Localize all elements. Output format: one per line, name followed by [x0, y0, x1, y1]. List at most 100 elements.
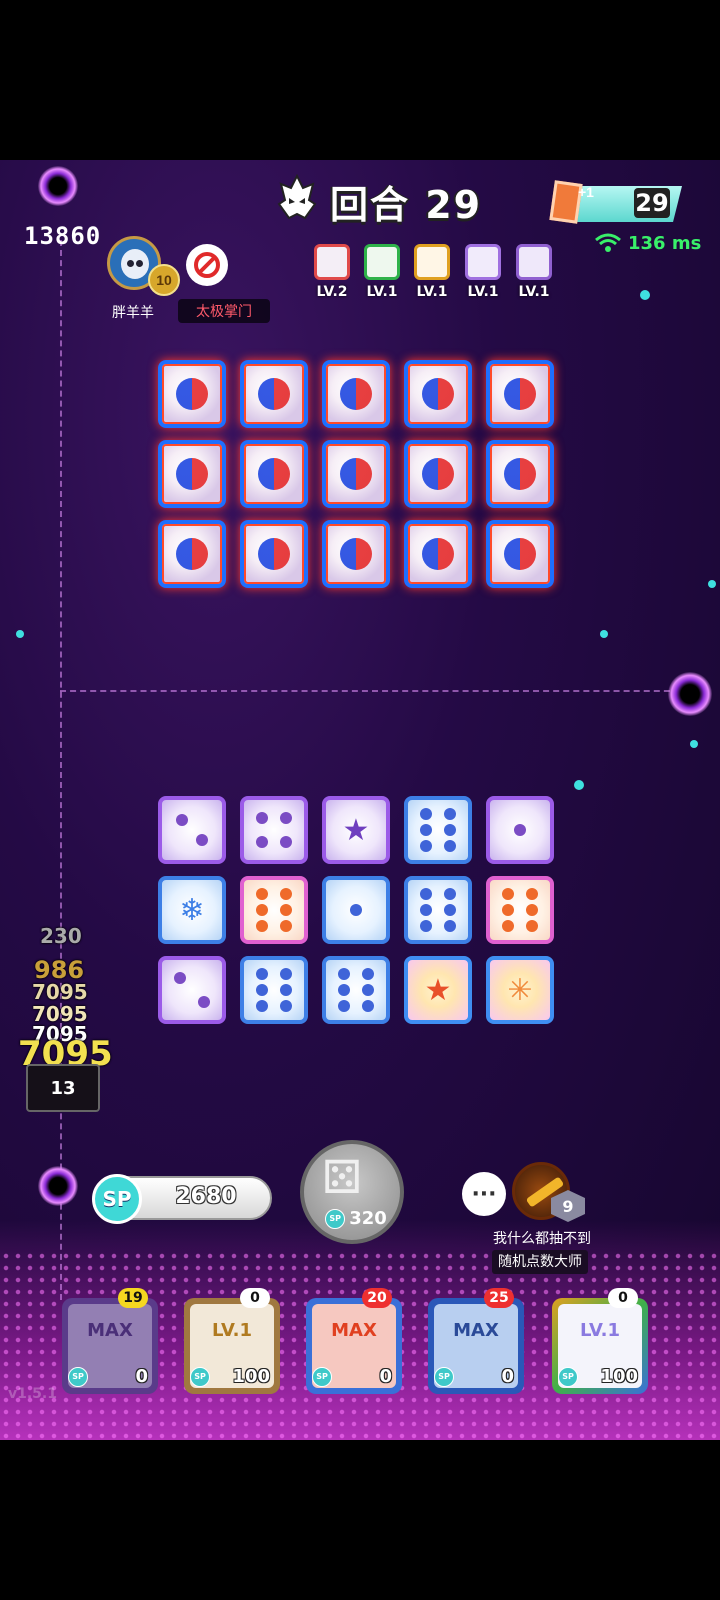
- opponent-rank-badge: 10: [148, 264, 180, 296]
- purple-orb-die[interactable]: [486, 796, 554, 864]
- dice-slot-purple[interactable]: MAX 19 SP 0: [62, 1288, 158, 1394]
- infinity-die-icon[interactable]: [414, 244, 450, 280]
- yinyang-die: [158, 440, 226, 508]
- dice-icon: ⚄: [322, 1150, 362, 1204]
- wifi-icon: [595, 233, 621, 252]
- sp-icon: SP: [190, 1366, 210, 1387]
- chat-emote-button[interactable]: ···: [462, 1172, 506, 1216]
- sp-icon: SP: [325, 1208, 346, 1229]
- sp-icon: SP: [558, 1366, 578, 1387]
- star-die[interactable]: ✳: [486, 956, 554, 1024]
- sparkle: [640, 290, 650, 300]
- ice-die[interactable]: [322, 876, 390, 944]
- sp-icon: SP: [92, 1174, 142, 1224]
- yinyang-die: [158, 520, 226, 588]
- opponent-name: 胖羊羊: [112, 305, 154, 321]
- slot-count: 0: [240, 1288, 270, 1308]
- portal-right-icon: [668, 672, 712, 716]
- slot-cost: SP 100: [558, 1366, 642, 1387]
- ice-die[interactable]: ❄: [158, 876, 226, 944]
- yinyang-die: [240, 520, 308, 588]
- sparkle: [16, 630, 24, 638]
- sp-icon: SP: [434, 1366, 454, 1387]
- opponent-die-level: LV.1: [518, 284, 550, 300]
- roll-cost: SP 320: [318, 1208, 394, 1229]
- ice-die[interactable]: [322, 956, 390, 1024]
- sparkle: [600, 630, 608, 638]
- purple-orb-die[interactable]: [158, 796, 226, 864]
- yinyang-die: [240, 360, 308, 428]
- purple-orb-die[interactable]: [240, 796, 308, 864]
- purple-die-icon[interactable]: [465, 244, 501, 280]
- slot-cost-value: 0: [501, 1366, 514, 1387]
- slot-count: 25: [484, 1288, 514, 1308]
- portal-top-left-icon: [38, 166, 78, 206]
- yinyang-die: [404, 440, 472, 508]
- lives-plus: +1: [578, 184, 594, 200]
- sparkle: [574, 780, 584, 790]
- wind-die-icon[interactable]: [314, 244, 350, 280]
- burst-icon: ✳: [507, 972, 533, 1008]
- dice-slot-infinity[interactable]: LV.1 0 SP 100: [552, 1288, 648, 1394]
- sp-icon: SP: [312, 1366, 332, 1387]
- snowflake-icon: ❄: [179, 892, 205, 928]
- slot-cost-value: 100: [600, 1366, 638, 1387]
- slot-cost: SP 0: [68, 1366, 152, 1387]
- opponent-die-level: LV.2: [316, 284, 348, 300]
- slot-cost: SP 0: [312, 1366, 396, 1387]
- yinyang-die: [486, 440, 554, 508]
- enemy-path-horizontal: [60, 690, 690, 692]
- damage-number: 7095: [32, 980, 88, 1004]
- purple-orb-die-icon[interactable]: [516, 244, 552, 280]
- ping-value: 136 ms: [628, 232, 702, 254]
- yinyang-die: [158, 360, 226, 428]
- slot-level: LV.1: [212, 1320, 252, 1341]
- network-ping: 136 ms: [594, 232, 701, 254]
- yinyang-die: [322, 520, 390, 588]
- sprout-die-icon[interactable]: [364, 244, 400, 280]
- roll-dice-button[interactable]: ⚄ SP 320: [300, 1140, 404, 1244]
- mute-emote-icon[interactable]: [186, 244, 228, 286]
- sparkle: [690, 740, 698, 748]
- purple-orb-die[interactable]: [158, 956, 226, 1024]
- yinyang-die: [404, 520, 472, 588]
- sparkle: [708, 580, 716, 588]
- slot-cost-value: 100: [232, 1366, 270, 1387]
- fire-die[interactable]: [240, 876, 308, 944]
- avatar-eye: [127, 260, 134, 267]
- ice-die[interactable]: [404, 796, 472, 864]
- sp-value: 2680: [175, 1184, 237, 1209]
- ice-die[interactable]: [240, 956, 308, 1024]
- slot-count: 20: [362, 1288, 392, 1308]
- star-die[interactable]: ★: [404, 956, 472, 1024]
- opponent-clan-tag: 太极掌门: [178, 299, 270, 323]
- opponent-title: 我什么都抽不到: [493, 1231, 591, 1247]
- dice-slot-ice[interactable]: MAX 25 SP 0: [428, 1288, 524, 1394]
- dice-slot-question[interactable]: LV.1 0 SP 100: [184, 1288, 280, 1394]
- avatar-eye: [136, 260, 143, 267]
- sp-counter: SP 2680: [92, 1174, 272, 1224]
- opponent-die-level: LV.1: [416, 284, 448, 300]
- avatar-face: [121, 249, 149, 279]
- opponent-die-level: LV.1: [467, 284, 499, 300]
- opponent-subtitle: 随机点数大师: [492, 1250, 588, 1274]
- boss-skull-icon: [277, 174, 317, 220]
- enemy-hp: 13: [26, 1064, 100, 1112]
- ice-die[interactable]: [404, 876, 472, 944]
- slot-level: MAX: [453, 1320, 499, 1341]
- damage-number: 230: [40, 924, 82, 948]
- purple-star-die[interactable]: ★: [322, 796, 390, 864]
- yinyang-die: [486, 520, 554, 588]
- star-icon: ★: [342, 812, 370, 848]
- yinyang-die: [240, 440, 308, 508]
- fire-die[interactable]: [486, 876, 554, 944]
- slot-count: 19: [118, 1288, 148, 1308]
- enemy-path-vertical: [60, 240, 62, 1300]
- lives-bar: +1 29: [549, 180, 688, 224]
- slot-level: LV.1: [580, 1320, 620, 1341]
- slot-cost: SP 0: [434, 1366, 518, 1387]
- slot-level: MAX: [331, 1320, 377, 1341]
- slot-cost-value: 0: [135, 1366, 148, 1387]
- slot-cost: SP 100: [190, 1366, 274, 1387]
- dice-slot-fire[interactable]: MAX 20 SP 0: [306, 1288, 402, 1394]
